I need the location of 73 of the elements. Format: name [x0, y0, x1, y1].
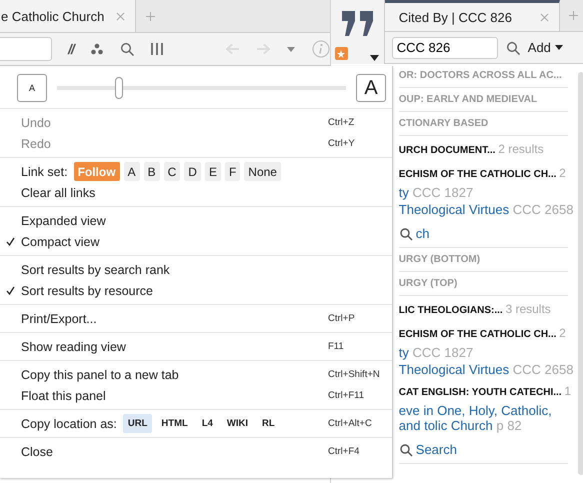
result-count: 2	[559, 166, 566, 180]
cited-by-tab[interactable]: Cited By | CCC 826	[384, 0, 560, 32]
result-count: 2	[559, 326, 566, 340]
search-icon[interactable]	[398, 442, 413, 456]
search-icon[interactable]	[398, 226, 413, 240]
format-option[interactable]: HTML	[156, 414, 193, 433]
link-set-label: Link set:	[21, 164, 68, 178]
shortcut-text: Ctrl+F4	[328, 446, 360, 457]
star-badge-icon	[334, 47, 348, 60]
result-link[interactable]: Theological Virtues CCC 2658	[398, 361, 574, 378]
format-option[interactable]: L4	[196, 414, 218, 433]
resource-title[interactable]: CAT ENGLISH: YOUTH CATECHI...	[398, 387, 562, 398]
shortcut-text: Ctrl+P	[328, 313, 356, 324]
menu-item[interactable]: Compact view	[0, 231, 392, 252]
link-set-option[interactable]: E	[204, 162, 221, 181]
shortcut-text: F11	[328, 341, 345, 352]
info-icon[interactable]	[312, 40, 330, 58]
menu-item[interactable]: Sort results by resource	[0, 280, 392, 301]
link-set-option[interactable]: None	[244, 162, 281, 181]
dots-icon[interactable]	[90, 42, 104, 56]
plus-icon[interactable]	[569, 11, 578, 20]
shortcut-text: Ctrl+Shift+N	[328, 369, 381, 380]
link-set-option[interactable]: F	[224, 162, 240, 181]
format-option[interactable]: URL	[122, 414, 152, 433]
result-link[interactable]: ty CCC 1827	[398, 344, 574, 361]
result-count: 1	[564, 384, 572, 398]
menu-item[interactable]: Show reading view F11	[0, 336, 392, 357]
close-icon[interactable]	[540, 12, 549, 22]
slider-thumb[interactable]	[114, 77, 123, 99]
text-field[interactable]	[0, 37, 52, 61]
large-font-button[interactable]: A	[356, 74, 386, 102]
search-link[interactable]: ch	[416, 226, 430, 241]
small-font-button[interactable]: A	[17, 74, 47, 102]
link-set-option[interactable]: C	[164, 162, 180, 181]
search-icon[interactable]	[506, 40, 520, 55]
resource-title[interactable]: LIC THEOLOGIANS:...	[398, 305, 503, 316]
menu-item[interactable]: Sort results by search rank	[0, 259, 392, 280]
plus-icon[interactable]	[146, 12, 155, 20]
result-count: 3 results	[505, 302, 551, 316]
menu-item[interactable]: Expanded view	[0, 210, 392, 231]
resource-title[interactable]: ECHISM OF THE CATHOLIC CH...	[398, 169, 556, 180]
add-button[interactable]: Add	[528, 40, 563, 56]
caret-icon	[554, 45, 563, 50]
result-count: 2 results	[498, 142, 544, 156]
scrollbar[interactable]	[578, 72, 583, 475]
columns-icon[interactable]	[150, 42, 164, 56]
document-tab[interactable]: e Catholic Church	[0, 0, 136, 32]
menu-item[interactable]: Print/Export... Ctrl+P	[0, 308, 392, 329]
link-set-option[interactable]: B	[144, 162, 160, 181]
menu-item[interactable]: Close Ctrl+F4	[0, 441, 392, 462]
shortcut-text: Ctrl+Y	[328, 138, 356, 149]
menu-item[interactable]: Clear all links	[0, 182, 392, 203]
format-option[interactable]: RL	[257, 414, 280, 433]
result-link[interactable]: eve in One, Holy, Catholic, and tolic Church p 82	[398, 402, 574, 434]
format-option[interactable]: WIKI	[222, 414, 254, 433]
shortcut-text: Ctrl+F11	[328, 390, 365, 401]
close-icon[interactable]	[116, 12, 126, 20]
link-toggle[interactable]: //	[68, 41, 74, 57]
shortcut-text: Ctrl+Alt+C	[328, 418, 373, 429]
link-set-option[interactable]: D	[184, 162, 201, 181]
search-field[interactable]: CCC 826	[392, 36, 498, 59]
menu-item[interactable]: Float this panel Ctrl+F11	[0, 385, 392, 406]
resource-title[interactable]: ECHISM OF THE CATHOLIC CH...	[398, 329, 556, 340]
caret-icon[interactable]	[370, 55, 379, 61]
search-icon[interactable]	[120, 42, 134, 56]
result-link[interactable]: Theological Virtues CCC 2658	[398, 201, 574, 218]
search-link[interactable]: Search	[416, 442, 457, 457]
resource-title[interactable]: URCH DOCUMENT...	[398, 145, 496, 156]
result-link[interactable]: ty CCC 1827	[398, 184, 574, 201]
shortcut-text: Ctrl+Z	[328, 117, 356, 128]
link-set-option[interactable]: A	[124, 162, 140, 181]
menu-item[interactable]: Copy this panel to a new tab Ctrl+Shift+N	[0, 364, 392, 385]
copy-location-label: Copy location as:	[21, 416, 117, 430]
